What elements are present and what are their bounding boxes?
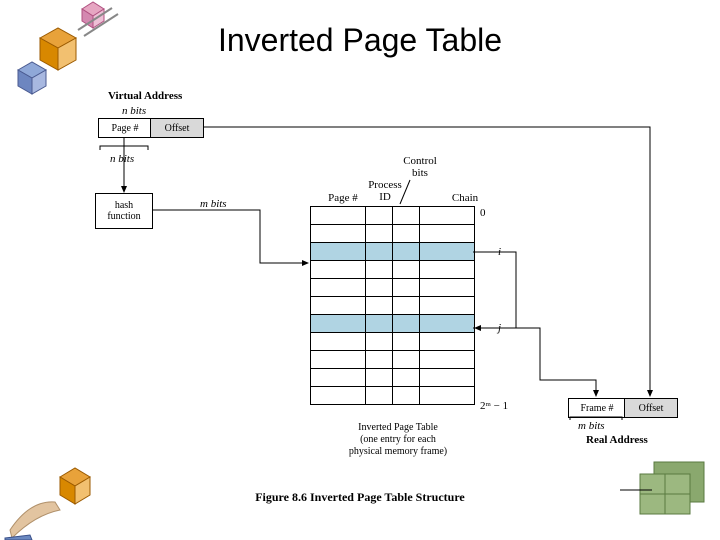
connectors [0,0,720,540]
